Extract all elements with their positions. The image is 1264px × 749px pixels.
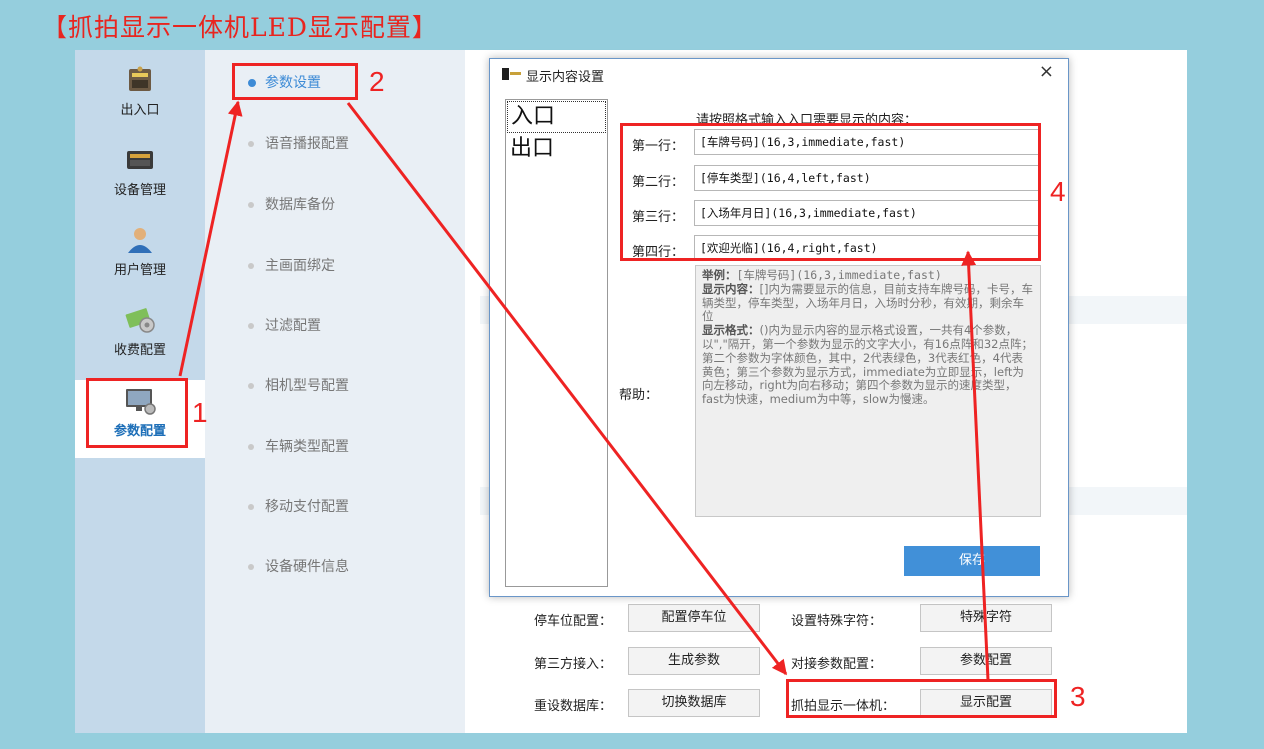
arrow-1-to-2 <box>178 100 243 377</box>
arrow-2-to-3 <box>346 102 788 676</box>
arrow-3-to-4 <box>961 250 990 681</box>
annotation-arrows <box>178 100 990 681</box>
